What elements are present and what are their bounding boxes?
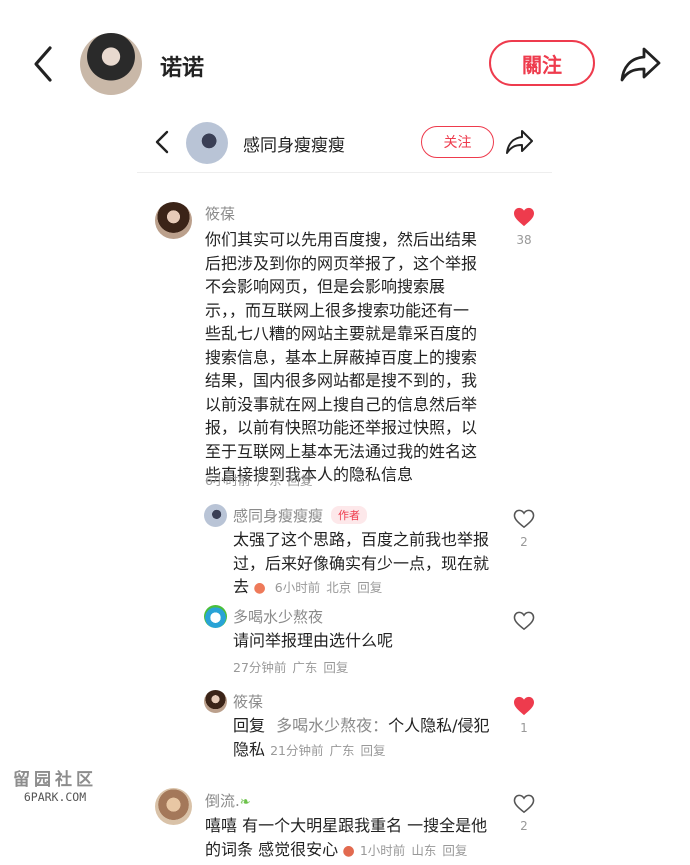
- comment-meta: 1小时前 山东 回复: [360, 843, 473, 858]
- like-count: 1: [520, 721, 528, 735]
- comment-time: 21分钟前: [270, 742, 324, 758]
- username-text[interactable]: 倒流.: [205, 792, 240, 810]
- comment-location: 广东: [292, 660, 318, 675]
- comment-location: 北京: [326, 580, 352, 595]
- back-arrow-icon[interactable]: [152, 128, 172, 156]
- emoji-icon: ●: [249, 580, 266, 596]
- like-count: 38: [516, 233, 532, 247]
- comment-meta: 6小时前 北京 回复: [275, 580, 388, 595]
- leaf-icon: ❧: [239, 795, 251, 810]
- comment-username[interactable]: 多喝水少熬夜: [233, 606, 323, 627]
- author-name[interactable]: 感同身瘦瘦瘦: [243, 131, 345, 156]
- comment-text: 嘻嘻 有一个大明星跟我重名 一搜全是他的词条 感觉很安心 ● 1小时前 山东 回复: [205, 814, 495, 863]
- heart-filled-icon[interactable]: [513, 696, 535, 716]
- profile-name[interactable]: 诺诺: [160, 50, 204, 82]
- reply-link[interactable]: 回复: [442, 843, 467, 858]
- heart-outline-icon[interactable]: [513, 794, 535, 814]
- comment-text: 回复 多喝水少熬夜：个人隐私/侵犯隐私 21分钟前 广东 回复: [233, 714, 495, 762]
- follow-author-button[interactable]: 关注: [421, 126, 494, 158]
- watermark-line1: 留园社区: [13, 770, 97, 790]
- avatar[interactable]: [204, 690, 227, 713]
- divider: [137, 172, 552, 173]
- comment-location: 广东: [329, 742, 355, 758]
- like-count: 2: [520, 535, 528, 549]
- comment-location: 广东: [256, 473, 282, 488]
- comment-username[interactable]: 筱葆: [205, 203, 235, 224]
- reply-link[interactable]: 回复: [323, 660, 348, 675]
- author-badge: 作者: [331, 506, 368, 524]
- emoji-icon: ●: [338, 842, 355, 859]
- comment-username: 倒流.❧: [205, 790, 251, 811]
- watermark-line2: 6PARK.COM: [23, 790, 87, 804]
- comment-time: 1小时前: [359, 842, 406, 858]
- profile-avatar[interactable]: [80, 33, 142, 95]
- avatar[interactable]: [155, 788, 192, 825]
- reply-link[interactable]: 回复: [287, 473, 312, 488]
- reply-link[interactable]: 回复: [357, 580, 382, 595]
- avatar[interactable]: [155, 202, 192, 239]
- like-count: 2: [520, 819, 528, 833]
- comment-meta: 27分钟前 广东 回复: [233, 657, 354, 676]
- comment-location: 山东: [411, 842, 437, 858]
- share-icon[interactable]: [504, 127, 534, 157]
- watermark: 留园社区 6PARK.COM: [12, 765, 98, 804]
- comment-username: 感同身瘦瘦瘦 作者: [233, 505, 368, 526]
- comment-time: 27分钟前: [233, 660, 287, 675]
- comment-text: 你们其实可以先用百度搜，然后出结果后把涉及到你的网页举报了，这个举报不会影响网页…: [205, 230, 478, 484]
- back-arrow-icon[interactable]: [28, 44, 58, 84]
- reply-prefix: 回复: [233, 716, 266, 735]
- comment-text: 请问举报理由选什么呢: [233, 631, 394, 650]
- comment-time: 6小时前: [205, 473, 251, 488]
- reply-username[interactable]: 感同身瘦瘦瘦: [233, 507, 323, 525]
- heart-filled-icon[interactable]: [513, 207, 535, 227]
- follow-button[interactable]: 關注: [489, 40, 595, 86]
- comment-meta: 21分钟前 广东 回复: [270, 743, 391, 758]
- comment-text: 太强了这个思路，百度之前我也举报过，后来好像确实有少一点，现在就去 ● 6小时前…: [233, 528, 495, 601]
- avatar[interactable]: [204, 605, 227, 628]
- reply-link[interactable]: 回复: [361, 743, 386, 758]
- author-avatar[interactable]: [186, 122, 228, 164]
- heart-outline-icon[interactable]: [513, 611, 535, 631]
- heart-outline-icon[interactable]: [513, 509, 535, 529]
- comment-username[interactable]: 筱葆: [233, 691, 263, 712]
- avatar[interactable]: [204, 504, 227, 527]
- share-icon[interactable]: [618, 44, 662, 84]
- reply-to-username[interactable]: 多喝水少熬夜：: [276, 716, 388, 735]
- comment-meta: 6小时前 广东 回复: [205, 470, 318, 489]
- comment-time: 6小时前: [274, 580, 321, 595]
